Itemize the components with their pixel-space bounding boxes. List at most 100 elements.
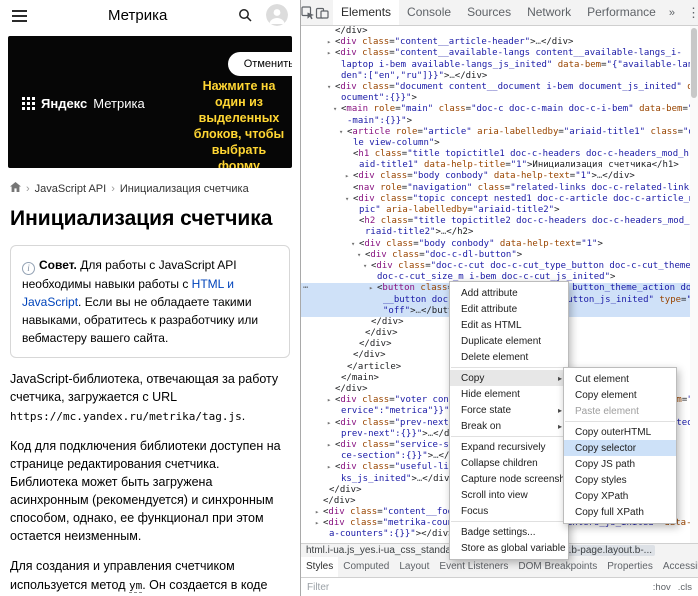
expand-arrow-icon[interactable]: ▸ — [315, 518, 323, 529]
dom-tree-line[interactable]: riaid-title2">…</h2> — [301, 227, 698, 238]
menu-item-badge-settings[interactable]: Badge settings... — [450, 524, 568, 540]
menu-item-copy-full-xpath[interactable]: Copy full XPath — [564, 504, 676, 520]
expand-arrow-icon[interactable]: ▸ — [369, 283, 377, 294]
code-token: "main" — [400, 104, 434, 115]
menu-item-duplicate-element[interactable]: Duplicate element — [450, 333, 568, 349]
code-token: type — [659, 294, 682, 305]
collapse-arrow-icon[interactable]: ▾ — [333, 104, 341, 115]
menu-item-focus[interactable]: Focus — [450, 503, 568, 519]
devtools-tab-console[interactable]: Console — [399, 0, 459, 25]
menu-item-edit-attribute[interactable]: Edit attribute — [450, 301, 568, 317]
code-token: "off" — [383, 305, 411, 316]
line-options-icon[interactable]: ⋯ — [303, 283, 309, 294]
sidebar-tab-dom-breakpoints[interactable]: DOM Breakpoints — [513, 557, 602, 577]
menu-item-copy-xpath[interactable]: Copy XPath — [564, 488, 676, 504]
scrollbar-thumb[interactable] — [691, 28, 697, 98]
menu-item-copy-styles[interactable]: Copy styles — [564, 472, 676, 488]
menu-item-copy[interactable]: Copy ▸ — [450, 370, 568, 386]
expand-arrow-icon[interactable]: ▸ — [327, 462, 335, 473]
toggle-hov[interactable]: :hov — [653, 582, 671, 593]
dom-tree-line[interactable]: ▾ <article role="article" aria-labelledby… — [301, 127, 698, 138]
dom-tree-line[interactable]: ▾ <div class="doc-c-dl-button"> — [301, 250, 698, 261]
menu-item-hide-element[interactable]: Hide element — [450, 386, 568, 402]
dom-tree-line[interactable]: </div> — [301, 26, 698, 37]
expand-arrow-icon[interactable]: ▸ — [327, 395, 335, 406]
sidebar-tab-event-listeners[interactable]: Event Listeners — [434, 557, 513, 577]
library-url: https://mc.yandex.ru/metrika/tag.js — [10, 409, 242, 423]
collapse-arrow-icon[interactable]: ▾ — [363, 261, 371, 272]
sidebar-tab-layout[interactable]: Layout — [394, 557, 434, 577]
toggle-cls[interactable]: .cls — [678, 582, 692, 593]
user-avatar[interactable] — [266, 4, 288, 26]
menu-item-scroll-into-view[interactable]: Scroll into view — [450, 487, 568, 503]
menu-item-collapse-children[interactable]: Collapse children — [450, 455, 568, 471]
collapse-arrow-icon[interactable]: ▾ — [351, 239, 359, 250]
sidebar-tab-styles[interactable]: Styles — [301, 557, 339, 577]
collapse-arrow-icon[interactable]: ▾ — [327, 82, 335, 93]
dom-tree-line[interactable]: -main":{}}"> — [301, 116, 698, 127]
dom-tree-line[interactable]: ▾ <div class="document content__document … — [301, 82, 698, 93]
dom-tree-line[interactable]: <h1 class="title topictitle1 doc-c-heade… — [301, 149, 698, 160]
collapse-arrow-icon[interactable]: ▾ — [357, 250, 365, 261]
code-token: "content__article-header" — [394, 37, 531, 48]
expand-arrow-icon[interactable]: ▸ — [315, 507, 323, 518]
ym-method-link[interactable]: ym — [128, 578, 143, 593]
dom-tree-scrollbar[interactable] — [690, 26, 698, 543]
dom-tree-line[interactable]: den":["en","ru"]}}">…</div> — [301, 71, 698, 82]
menu-item-store-as-global-variable[interactable]: Store as global variable — [450, 540, 568, 556]
expand-arrow-icon[interactable]: ▸ — [327, 440, 335, 451]
code-token: div — [340, 462, 357, 473]
sidebar-tab-accessibility[interactable]: Accessibility — [658, 557, 698, 577]
code-token: role — [395, 126, 418, 137]
menu-item-expand-recursively[interactable]: Expand recursively — [450, 439, 568, 455]
inspect-icon[interactable] — [301, 1, 315, 25]
devtools-tab-network[interactable]: Network — [519, 0, 579, 25]
menu-icon[interactable] — [12, 10, 27, 25]
dom-tree-line[interactable]: ▸ <div class="content__article-header">…<… — [301, 37, 698, 48]
menu-item-add-attribute[interactable]: Add attribute — [450, 285, 568, 301]
expand-arrow-icon[interactable]: ▸ — [327, 418, 335, 429]
dom-tree-line[interactable]: <h2 class="title topictitle2 doc-c-heade… — [301, 216, 698, 227]
dom-tree-line[interactable]: ▾ <div class="body conbody" data-help-tex… — [301, 239, 698, 250]
menu-item-copy-js-path[interactable]: Copy JS path — [564, 456, 676, 472]
menu-item-force-state[interactable]: Force state ▸ — [450, 402, 568, 418]
expand-arrow-icon[interactable]: ▸ — [345, 171, 353, 182]
menu-item-copy-outerhtml[interactable]: Copy outerHTML — [564, 424, 676, 440]
arrow-spacer — [339, 116, 347, 127]
sidebar-tab-computed[interactable]: Computed — [338, 557, 394, 577]
cancel-button[interactable]: Отменить — [227, 52, 292, 76]
dom-tree-line[interactable]: pic" aria-labelledby="ariaid-title2"> — [301, 205, 698, 216]
kebab-menu-icon[interactable]: ⋮ — [680, 5, 698, 21]
dom-tree-line[interactable]: le view-column"> — [301, 138, 698, 149]
devtools-tab-sources[interactable]: Sources — [459, 0, 519, 25]
menu-item-cut-element[interactable]: Cut element — [564, 371, 676, 387]
home-icon[interactable] — [10, 182, 21, 195]
collapse-arrow-icon[interactable]: ▾ — [345, 194, 353, 205]
expand-arrow-icon[interactable]: ▸ — [327, 37, 335, 48]
dom-tree-line[interactable]: ▾ <div class="doc-c-cut doc-c-cut_type_bu… — [301, 261, 698, 272]
dom-tree-line[interactable]: ▸ <div class="body conbody" data-help-tex… — [301, 171, 698, 182]
devtools-tab-elements[interactable]: Elements — [333, 0, 400, 25]
dom-tree-line[interactable]: ▾ <div class="topic concept nested1 doc-c… — [301, 194, 698, 205]
more-tabs-icon[interactable]: » — [664, 7, 680, 19]
dom-tree-line[interactable]: ocument":{}}"> — [301, 93, 698, 104]
dom-tree-line[interactable]: ▾ <main role="main" class="doc-c doc-c-ma… — [301, 104, 698, 115]
breadcrumb-item-javascript-api[interactable]: JavaScript API — [35, 183, 107, 195]
menu-item-delete-element[interactable]: Delete element — [450, 349, 568, 365]
styles-filter-input[interactable] — [307, 581, 487, 593]
device-toolbar-icon[interactable] — [315, 1, 329, 25]
menu-item-copy-selector[interactable]: Copy selector — [564, 440, 676, 456]
collapse-arrow-icon[interactable]: ▾ — [339, 127, 347, 138]
sidebar-tab-properties[interactable]: Properties — [602, 557, 658, 577]
devtools-tab-performance[interactable]: Performance — [579, 0, 664, 25]
expand-arrow-icon[interactable]: ▸ — [327, 48, 335, 59]
dom-tree-line[interactable]: laptop i-bem available-langs_js_inited" … — [301, 60, 698, 71]
menu-item-copy-element[interactable]: Copy element — [564, 387, 676, 403]
dom-tree-line[interactable]: ▸ <div class="content__available-langs co… — [301, 48, 698, 59]
dom-tree-line[interactable]: aid-title1" data-help-title="1">Инициали… — [301, 160, 698, 171]
menu-item-edit-as-html[interactable]: Edit as HTML — [450, 317, 568, 333]
menu-item-capture-node-screenshot[interactable]: Capture node screenshot — [450, 471, 568, 487]
search-icon[interactable] — [238, 8, 252, 27]
dom-tree-line[interactable]: <nav role="navigation" class="related-li… — [301, 183, 698, 194]
menu-item-break-on[interactable]: Break on ▸ — [450, 418, 568, 434]
